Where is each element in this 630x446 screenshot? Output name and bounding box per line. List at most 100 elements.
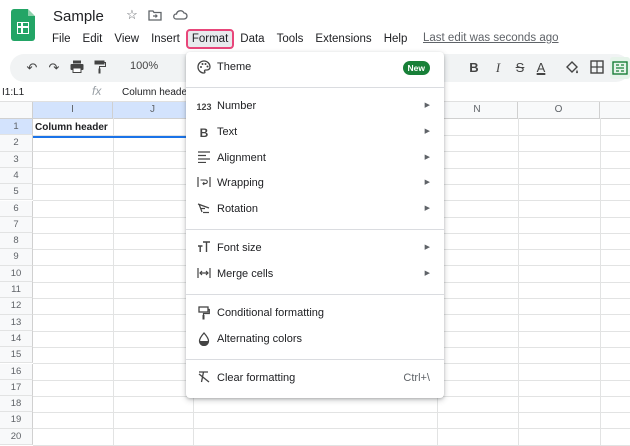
sheets-logo[interactable] [11,9,35,41]
row-header[interactable]: 4 [0,167,33,185]
menu-help[interactable]: Help [378,29,414,49]
menu-item-theme[interactable]: Theme New [186,56,444,80]
menu-item-label: Merge cells [217,268,274,280]
menu-item-label: Theme [217,61,252,73]
cloud-status-icon[interactable] [172,8,188,22]
row-header[interactable]: 14 [0,330,33,348]
redo-icon[interactable]: ↷ [46,60,62,76]
undo-icon[interactable]: ↶ [24,60,40,76]
submenu-arrow-icon: ▶ [424,102,430,109]
column-header-o[interactable]: O [518,102,600,118]
row-header[interactable]: 2 [0,135,33,152]
menu-item-alternating-colors[interactable]: Alternating colors [186,328,444,352]
fill-color-icon[interactable] [564,60,580,78]
column-header-i[interactable]: I [33,102,113,118]
submenu-arrow-icon: ▶ [424,154,430,161]
menu-extensions[interactable]: Extensions [309,29,377,49]
menubar: File Edit View Insert Format Data Tools … [46,29,413,49]
move-folder-icon[interactable] [148,8,162,22]
menu-item-merge-cells[interactable]: Merge cells ▶ [186,263,444,287]
column-header-n[interactable]: N [437,102,518,118]
column-header-j[interactable]: J [113,102,193,118]
menu-item-number[interactable]: 123 Number ▶ [186,95,444,119]
row-header[interactable]: 20 [0,428,33,445]
clear-formatting-icon [196,371,212,387]
merge-cells-button[interactable] [610,57,630,79]
menu-item-wrapping[interactable]: Wrapping ▶ [186,172,444,196]
menu-item-label: Number [217,100,257,112]
bold-button[interactable]: B [466,60,482,76]
menu-item-label: Wrapping [217,177,264,189]
submenu-arrow-icon: ▶ [424,179,430,186]
bold-text-icon: B [199,126,209,140]
name-box[interactable]: I1:L1 [2,87,24,98]
number-format-icon: 123 [196,102,212,112]
row-header[interactable]: 9 [0,249,33,266]
menu-format[interactable]: Format [185,29,235,49]
menu-item-clear-formatting[interactable]: Clear formatting Ctrl+\ [186,367,444,391]
row-header[interactable]: 17 [0,379,33,397]
menu-tools[interactable]: Tools [271,29,310,49]
row-header[interactable]: 12 [0,298,33,315]
row-header[interactable]: 13 [0,314,33,331]
row-header[interactable]: 1 [0,119,33,136]
text-color-button[interactable]: A [533,60,549,76]
menu-item-text[interactable]: B Text ▶ [186,121,444,145]
select-all-corner[interactable] [0,102,33,118]
menu-data[interactable]: Data [234,29,270,49]
row-header[interactable]: 16 [0,363,33,380]
row-header[interactable]: 11 [0,282,33,299]
italic-button[interactable]: I [490,60,506,76]
row-header[interactable]: 8 [0,233,33,250]
menu-file[interactable]: File [46,29,77,49]
merge-cells-icon [196,267,212,283]
menu-edit[interactable]: Edit [77,29,109,49]
menu-item-rotation[interactable]: Rotation ▶ [186,198,444,222]
row-header[interactable]: 10 [0,265,33,282]
last-edit-link[interactable]: Last edit was seconds ago [423,32,559,44]
submenu-arrow-icon: ▶ [424,205,430,212]
print-icon[interactable] [69,60,85,77]
format-menu: Theme New 123 Number ▶ B Text ▶ Alignmen… [186,52,444,398]
document-title[interactable]: Sample [53,8,104,25]
menu-separator [186,359,444,360]
menu-item-alignment[interactable]: Alignment ▶ [186,147,444,171]
submenu-arrow-icon: ▶ [424,244,430,251]
row-header[interactable]: 19 [0,412,33,429]
menu-item-label: Text [217,126,238,138]
submenu-arrow-icon: ▶ [424,270,430,277]
formula-input[interactable]: Column heade [122,87,187,98]
cell-i1[interactable]: Column header [35,122,108,133]
strikethrough-button[interactable]: S [512,60,528,76]
menu-item-font-size[interactable]: Font size ▶ [186,237,444,261]
row-header[interactable]: 3 [0,151,33,168]
paint-format-icon[interactable] [92,60,108,78]
menu-separator [186,294,444,295]
submenu-arrow-icon: ▶ [424,128,430,135]
row-header[interactable]: 6 [0,200,33,217]
align-left-icon [196,151,212,167]
text-rotation-icon [196,202,212,218]
menu-insert[interactable]: Insert [145,29,186,49]
text-wrap-icon [196,176,212,192]
menu-item-conditional-formatting[interactable]: Conditional formatting [186,302,444,326]
selection-border [33,136,189,138]
row-header[interactable]: 7 [0,216,33,234]
menu-item-label: Alignment [217,152,266,164]
borders-icon[interactable] [589,60,605,78]
row-header[interactable]: 15 [0,347,33,364]
keyboard-shortcut: Ctrl+\ [403,372,430,384]
menu-item-label: Clear formatting [217,372,296,384]
conditional-format-icon [196,306,212,322]
font-size-icon [196,241,212,257]
zoom-select[interactable]: 100% [130,60,158,72]
alternating-colors-icon [196,332,212,348]
grid-line [33,412,630,414]
menu-view[interactable]: View [108,29,145,49]
row-header[interactable]: 18 [0,396,33,413]
menu-separator [186,229,444,230]
menu-item-label: Conditional formatting [217,307,325,319]
row-header[interactable]: 5 [0,184,33,201]
star-icon[interactable]: ☆ [125,8,139,22]
grid-line [33,428,630,430]
